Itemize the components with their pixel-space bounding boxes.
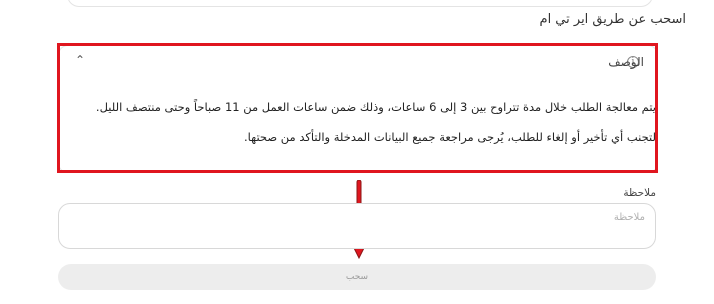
description-title: الوصف: [608, 55, 644, 69]
description-line: لتجنب أي تأخير أو إلغاء للطلب، يُرجى مرا…: [244, 130, 656, 144]
previous-card: [67, 0, 653, 7]
withdraw-button[interactable]: سحب: [58, 264, 656, 290]
notes-label: ملاحظة: [623, 187, 656, 199]
section-title: اسحب عن طريق اير تي ام: [539, 12, 686, 27]
notes-field[interactable]: [58, 203, 656, 249]
chevron-up-icon[interactable]: ⌃: [75, 53, 85, 67]
description-line: يتم معالجة الطلب خلال مدة تتراوح بين 3 إ…: [95, 100, 656, 114]
